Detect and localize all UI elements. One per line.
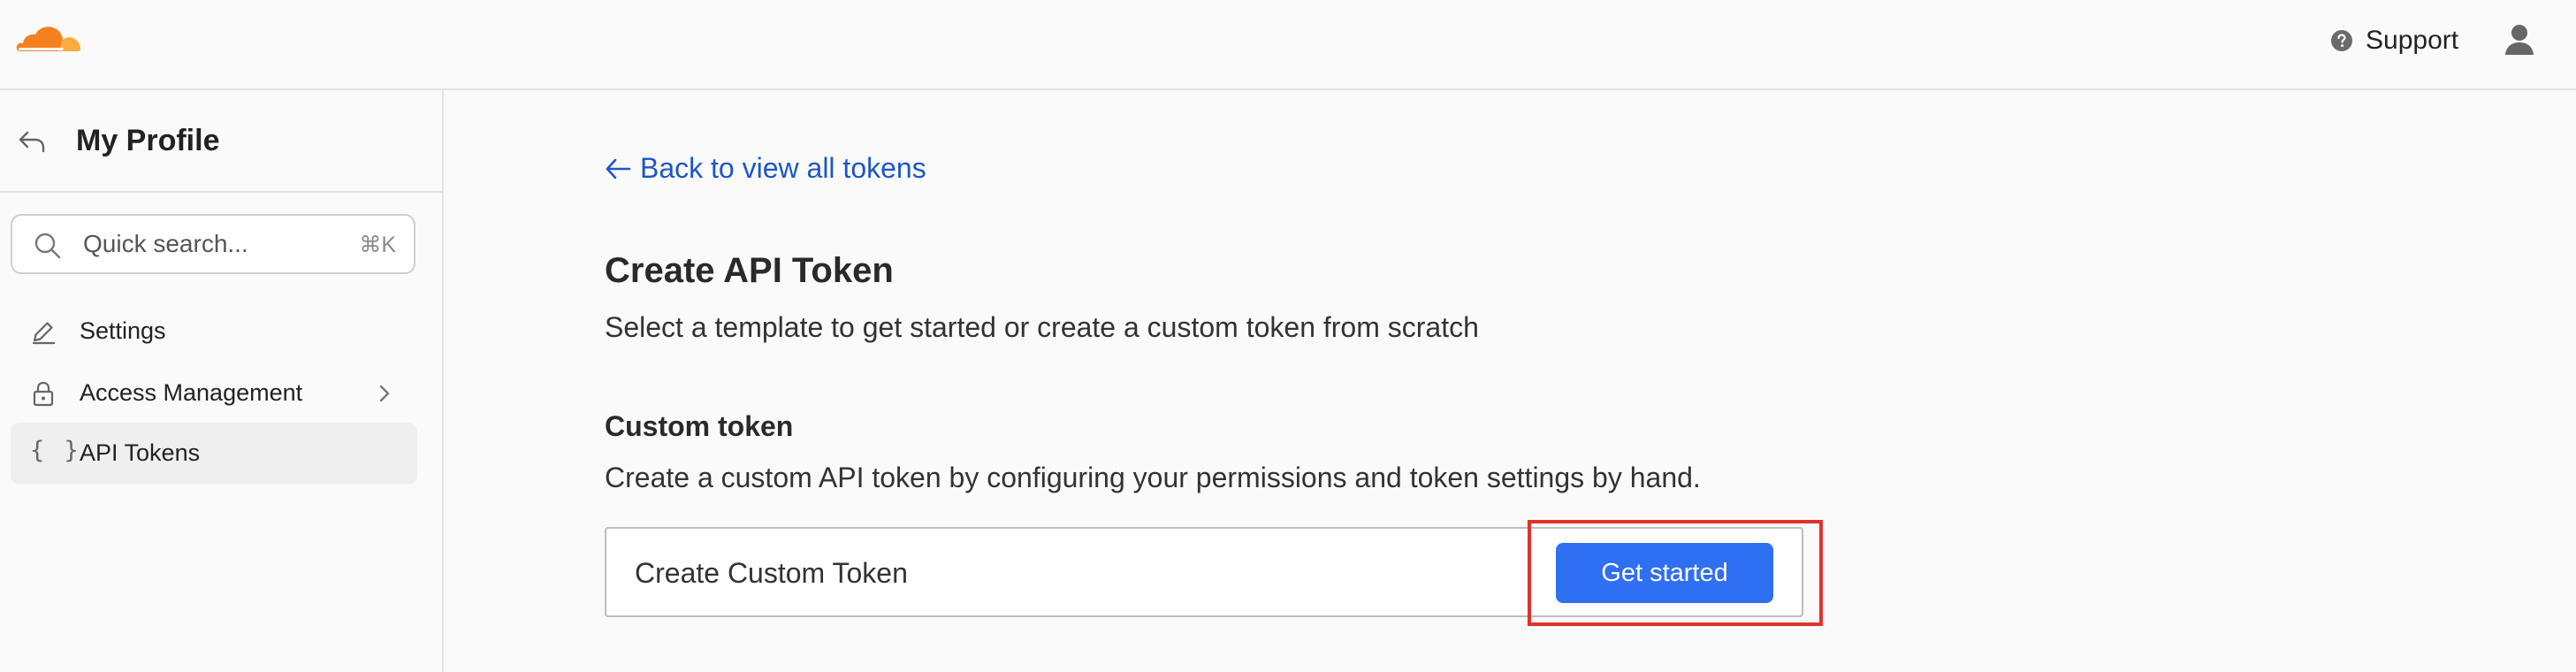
get-started-button[interactable]: Get started: [1556, 543, 1773, 603]
sidebar-item-settings[interactable]: Settings: [11, 301, 417, 363]
pencil-icon: [32, 322, 56, 345]
top-bar: Support: [0, 0, 2576, 90]
sidebar-item-access-management[interactable]: Access Management: [11, 363, 417, 424]
profile-title: My Profile: [76, 124, 220, 157]
page-subtitle: Select a template to get started or crea…: [605, 311, 1479, 343]
profile-header: My Profile: [0, 90, 442, 193]
user-icon[interactable]: [2504, 23, 2535, 57]
sidebar-item-label: Access Management: [80, 379, 303, 406]
sidebar-item-api-tokens[interactable]: { } API Tokens: [11, 423, 417, 485]
sidebar-item-label: Settings: [80, 317, 166, 344]
lock-icon: [33, 381, 54, 407]
search-icon: [34, 233, 61, 259]
custom-token-card-title: Create Custom Token: [635, 557, 908, 589]
page: Support My Profile ⌘K: [0, 0, 2576, 672]
custom-token-description: Create a custom API token by configuring…: [605, 462, 1701, 493]
back-link-label: Back to view all tokens: [640, 152, 926, 184]
search-shortcut-hint: ⌘K: [359, 233, 396, 257]
page-title: Create API Token: [605, 251, 894, 290]
main-content: Back to view all tokens Create API Token…: [444, 90, 2576, 672]
sidebar-item-label: API Tokens: [80, 439, 201, 466]
chevron-right-icon: [379, 385, 390, 402]
undo-arrow-icon[interactable]: [18, 129, 46, 154]
support-label: Support: [2366, 26, 2459, 55]
support-button[interactable]: Support: [2330, 21, 2458, 60]
sidebar: My Profile ⌘K Settings Access Managem: [0, 90, 444, 672]
back-to-tokens-link[interactable]: Back to view all tokens: [605, 152, 926, 185]
quick-search-box[interactable]: ⌘K: [11, 214, 415, 274]
braces-icon: { }: [30, 437, 81, 464]
help-circle-icon: [2331, 30, 2352, 51]
cloudflare-logo-icon[interactable]: [14, 19, 83, 57]
search-input[interactable]: [81, 226, 347, 262]
custom-token-heading: Custom token: [605, 410, 794, 442]
arrow-left-icon: [606, 158, 631, 179]
